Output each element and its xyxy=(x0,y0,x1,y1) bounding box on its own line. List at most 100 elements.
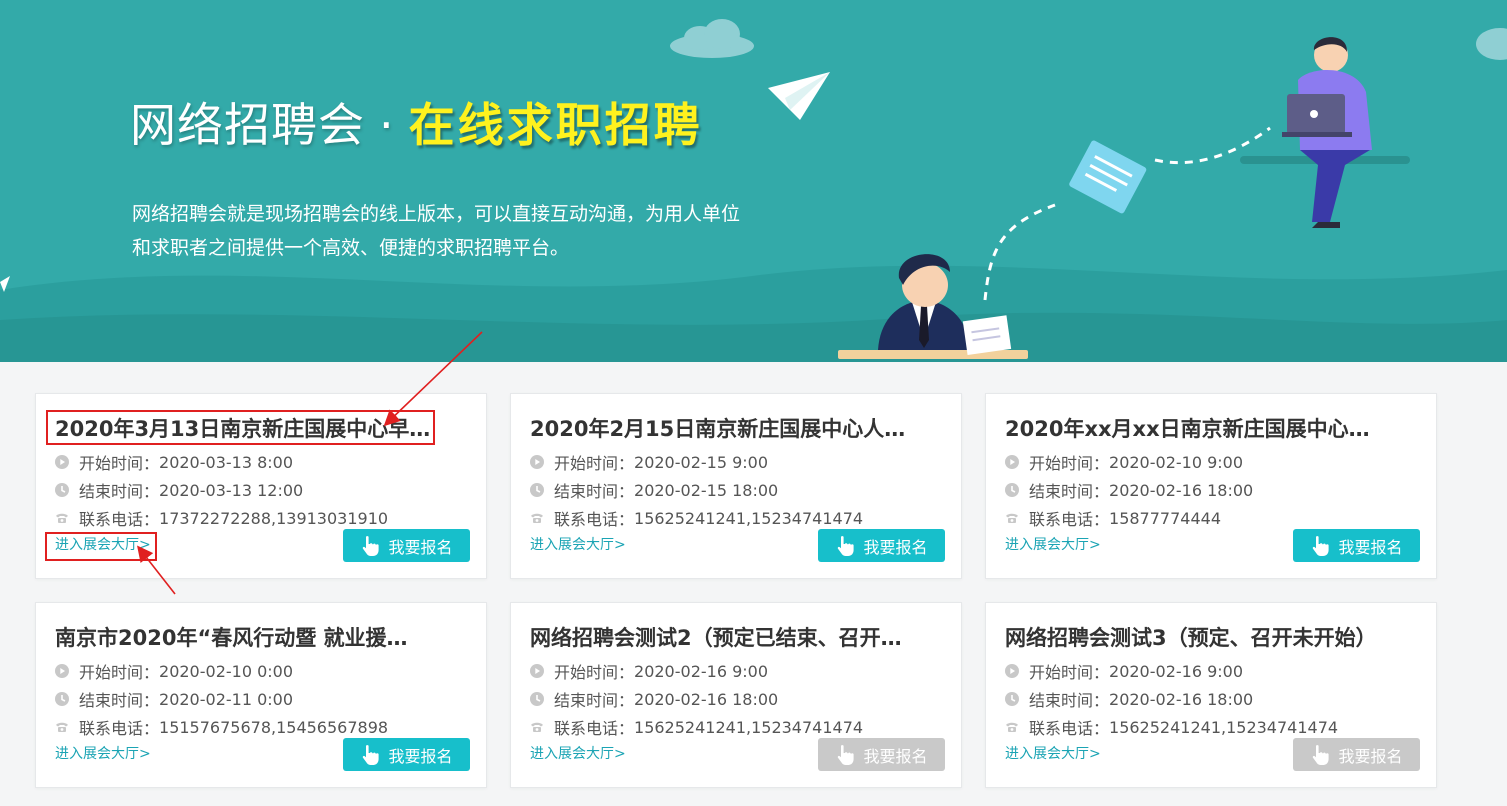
enter-hall-link[interactable]: 进入展会大厅> xyxy=(1005,744,1101,764)
phone-value: 15157675678,15456567898 xyxy=(159,717,389,737)
fair-title[interactable]: 南京市2020年“春风行动暨 就业援… xyxy=(55,623,465,653)
phone-row: 联系电话： 15625241241,15234741474 xyxy=(1005,715,1338,739)
fair-title[interactable]: 2020年xx月xx日南京新庄国展中心… xyxy=(1005,414,1415,444)
hand-pointer-icon xyxy=(363,535,380,556)
person-laptop-illustration xyxy=(1282,37,1372,228)
start-time-value: 2020-02-10 0:00 xyxy=(159,661,294,681)
cloud-icon xyxy=(670,19,754,58)
fair-title[interactable]: 2020年2月15日南京新庄国展中心人… xyxy=(530,414,940,444)
phone-value: 15625241241,15234741474 xyxy=(1109,717,1339,737)
phone-label: 联系电话： xyxy=(1029,510,1110,529)
phone-label: 联系电话： xyxy=(554,719,635,738)
phone-icon xyxy=(531,513,543,523)
phone-row: 联系电话： 15877774444 xyxy=(1005,506,1221,530)
signup-button[interactable]: 我要报名 xyxy=(343,738,470,771)
signup-label: 我要报名 xyxy=(388,746,453,766)
end-time-value: 2020-02-11 0:00 xyxy=(159,689,294,709)
phone-value: 15625241241,15234741474 xyxy=(634,717,864,737)
signup-button[interactable]: 我要报名 xyxy=(818,529,945,562)
enter-hall-link[interactable]: 进入展会大厅> xyxy=(530,535,626,555)
start-time-row: 开始时间： 2020-02-16 9:00 xyxy=(1005,659,1243,683)
clock-icon xyxy=(1005,483,1019,497)
start-time-label: 开始时间： xyxy=(79,454,160,473)
enter-hall-link[interactable]: 进入展会大厅> xyxy=(530,744,626,764)
clock-icon xyxy=(55,692,69,706)
enter-hall-link[interactable]: 进入展会大厅> xyxy=(55,744,151,764)
end-time-row: 结束时间： 2020-02-16 18:00 xyxy=(530,687,778,711)
signup-button: 我要报名 xyxy=(1293,738,1420,771)
phone-row: 联系电话： 15157675678,15456567898 xyxy=(55,715,388,739)
phone-row: 联系电话： 15625241241,15234741474 xyxy=(530,506,863,530)
enter-hall-link[interactable]: 进入展会大厅> xyxy=(1005,535,1101,555)
start-time-label: 开始时间： xyxy=(554,663,635,682)
hero-illustration xyxy=(0,19,1507,362)
end-time-value: 2020-02-16 18:00 xyxy=(1109,689,1254,709)
play-circle-icon xyxy=(55,455,69,469)
clock-icon xyxy=(530,692,544,706)
phone-icon xyxy=(531,722,543,732)
start-time-label: 开始时间： xyxy=(1029,454,1110,473)
phone-icon xyxy=(1006,722,1018,732)
signup-label: 我要报名 xyxy=(1338,537,1403,557)
fair-card: 2020年2月15日南京新庄国展中心人… 开始时间： 2020-02-15 9:… xyxy=(510,393,962,579)
fair-card: 网络招聘会测试2（预定已结束、召开… 开始时间： 2020-02-16 9:00… xyxy=(510,602,962,788)
hero-banner: 网络招聘会 · 在线求职招聘 网络招聘会就是现场招聘会的线上版本，可以直接互动沟通，… xyxy=(0,0,1507,362)
end-time-label: 结束时间： xyxy=(554,482,635,501)
end-time-label: 结束时间： xyxy=(1029,482,1110,501)
clock-icon xyxy=(530,483,544,497)
signup-label: 我要报名 xyxy=(863,746,928,766)
start-time-value: 2020-02-16 9:00 xyxy=(634,661,769,681)
end-time-value: 2020-02-16 18:00 xyxy=(1109,480,1254,500)
end-time-label: 结束时间： xyxy=(79,482,160,501)
end-time-label: 结束时间： xyxy=(554,691,635,710)
start-time-row: 开始时间： 2020-02-16 9:00 xyxy=(530,659,768,683)
fair-title[interactable]: 网络招聘会测试3（预定、召开未开始） xyxy=(1005,623,1415,653)
phone-row: 联系电话： 17372272288,13913031910 xyxy=(55,506,388,530)
play-circle-icon xyxy=(1005,664,1019,678)
signup-button[interactable]: 我要报名 xyxy=(1293,529,1420,562)
end-time-row: 结束时间： 2020-03-13 12:00 xyxy=(55,478,303,502)
start-time-row: 开始时间： 2020-02-10 0:00 xyxy=(55,659,293,683)
signup-label: 我要报名 xyxy=(1338,746,1403,766)
play-circle-icon xyxy=(530,455,544,469)
start-time-label: 开始时间： xyxy=(554,454,635,473)
end-time-label: 结束时间： xyxy=(79,691,160,710)
hero-description: 网络招聘会就是现场招聘会的线上版本，可以直接互动沟通，为用人单位和求职者之间提供… xyxy=(132,203,741,259)
signup-label: 我要报名 xyxy=(388,537,453,557)
fair-card: 2020年3月13日南京新庄国展中心早… 开始时间： 2020-03-13 8:… xyxy=(35,393,487,579)
start-time-value: 2020-02-15 9:00 xyxy=(634,452,769,472)
paper-plane-icon xyxy=(768,72,830,120)
play-circle-icon xyxy=(55,664,69,678)
phone-icon xyxy=(56,722,68,732)
fair-card: 网络招聘会测试3（预定、召开未开始） 开始时间： 2020-02-16 9:00… xyxy=(985,602,1437,788)
hand-pointer-icon xyxy=(1313,535,1330,556)
end-time-value: 2020-02-16 18:00 xyxy=(634,689,779,709)
phone-value: 15877774444 xyxy=(1109,508,1221,528)
hand-pointer-icon xyxy=(838,535,855,556)
phone-value: 15625241241,15234741474 xyxy=(634,508,864,528)
fair-title[interactable]: 网络招聘会测试2（预定已结束、召开… xyxy=(530,623,940,653)
start-time-value: 2020-02-16 9:00 xyxy=(1109,661,1244,681)
hand-pointer-icon xyxy=(838,744,855,765)
end-time-row: 结束时间： 2020-02-15 18:00 xyxy=(530,478,778,502)
hero-title-dot: · xyxy=(379,98,395,152)
signup-button: 我要报名 xyxy=(818,738,945,771)
phone-value: 17372272288,13913031910 xyxy=(159,508,389,528)
enter-hall-link[interactable]: 进入展会大厅> xyxy=(55,535,151,555)
start-time-value: 2020-02-10 9:00 xyxy=(1109,452,1244,472)
hero-title-main: 网络招聘会 xyxy=(130,98,365,152)
signup-button[interactable]: 我要报名 xyxy=(343,529,470,562)
end-time-row: 结束时间： 2020-02-16 18:00 xyxy=(1005,687,1253,711)
start-time-value: 2020-03-13 8:00 xyxy=(159,452,294,472)
end-time-label: 结束时间： xyxy=(1029,691,1110,710)
hand-pointer-icon xyxy=(1313,744,1330,765)
phone-icon xyxy=(56,513,68,523)
fair-title[interactable]: 2020年3月13日南京新庄国展中心早… xyxy=(55,414,465,444)
play-circle-icon xyxy=(1005,455,1019,469)
end-time-row: 结束时间： 2020-02-16 18:00 xyxy=(1005,478,1253,502)
end-time-value: 2020-02-15 18:00 xyxy=(634,480,779,500)
fair-card: 2020年xx月xx日南京新庄国展中心… 开始时间： 2020-02-10 9:… xyxy=(985,393,1437,579)
fair-card: 南京市2020年“春风行动暨 就业援… 开始时间： 2020-02-10 0:0… xyxy=(35,602,487,788)
start-time-row: 开始时间： 2020-03-13 8:00 xyxy=(55,450,293,474)
phone-row: 联系电话： 15625241241,15234741474 xyxy=(530,715,863,739)
